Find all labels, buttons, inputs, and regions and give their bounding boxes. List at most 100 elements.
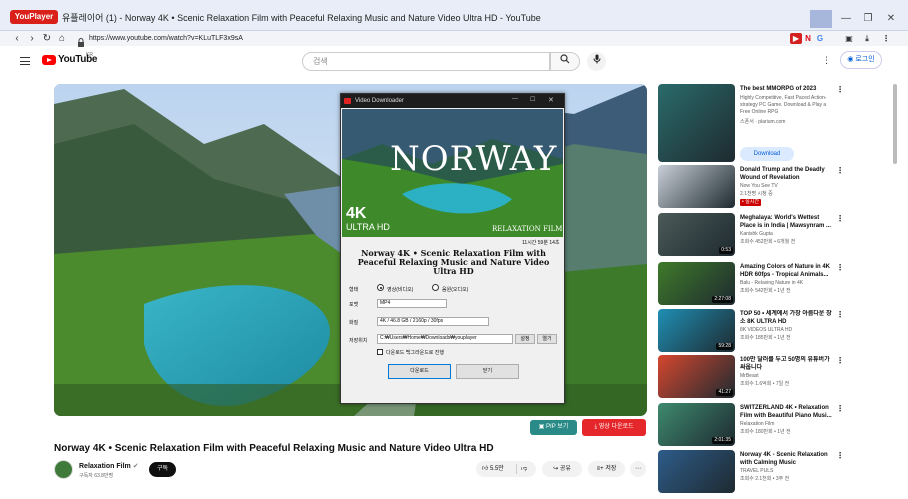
- dialog-close-icon[interactable]: ✕: [548, 96, 554, 104]
- related-video-menu-icon[interactable]: ⋮: [836, 263, 844, 272]
- related-video-channel: MrBeast: [740, 373, 759, 379]
- close-dialog-button[interactable]: 닫기: [456, 364, 519, 379]
- related-video-title[interactable]: Norway 4K - Scenic Relaxation with Calmi…: [740, 451, 835, 467]
- video-download-label: 영상 다운로드: [598, 424, 634, 430]
- download-icon[interactable]: ⤓: [861, 33, 873, 44]
- forward-icon[interactable]: ›: [25, 32, 39, 45]
- related-video-thumbnail[interactable]: [658, 84, 735, 162]
- menu-icon[interactable]: [20, 57, 30, 65]
- related-video-channel: TRAVEL PULS: [740, 468, 774, 474]
- related-video-thumbnail[interactable]: 41:27: [658, 355, 735, 398]
- related-video-menu-icon[interactable]: ⋮: [836, 166, 844, 175]
- related-video-title[interactable]: 100만 달러를 두고 50명의 유튜버가 싸웁니다: [740, 356, 835, 372]
- thumbnail-4k-text: 4K: [346, 205, 367, 222]
- settings-button[interactable]: 설정: [515, 334, 535, 344]
- blank-window-button[interactable]: [810, 10, 832, 28]
- related-video-stats: 조회수 185만회 • 1년 전: [740, 335, 791, 341]
- thumbs-down-icon[interactable]: 👎︎: [521, 461, 527, 477]
- netflix-icon[interactable]: N: [802, 33, 814, 44]
- sidebar-scrollbar[interactable]: [893, 84, 897, 164]
- video-downloader-dialog: Video Downloader — ☐ ✕ NORWAY 4K ULTRA H…: [340, 93, 565, 404]
- type-video-radio[interactable]: [377, 284, 384, 291]
- format-select[interactable]: MP4: [377, 299, 447, 308]
- ad-download-button[interactable]: Download: [740, 147, 794, 161]
- related-video-channel: Relaxation Film: [740, 421, 775, 427]
- pip-button[interactable]: ▣ PIP 보기: [530, 420, 577, 435]
- related-video-thumbnail[interactable]: 0:53: [658, 213, 735, 256]
- reload-icon[interactable]: ↻: [40, 32, 54, 45]
- minimize-button[interactable]: —: [835, 10, 857, 28]
- related-video-menu-icon[interactable]: ⋮: [836, 85, 844, 94]
- related-video-title[interactable]: SWITZERLAND 4K • Relaxation Film with Be…: [740, 404, 835, 420]
- related-video-title[interactable]: Meghalaya: World's Wettest Place is in I…: [740, 214, 835, 230]
- background-download-label: 다운로드 백그라운드로 진행: [386, 350, 444, 356]
- save-path-value: C:₩Users₩Home₩Downloads₩youplayer: [380, 335, 477, 341]
- download-button[interactable]: 다운로드: [388, 364, 451, 379]
- related-video-title[interactable]: Amazing Colors of Nature in 4K HDR 60fps…: [740, 263, 835, 279]
- home-icon[interactable]: ⌂: [55, 32, 69, 45]
- settings-dots-icon[interactable]: ⋮: [822, 55, 831, 66]
- search-input[interactable]: 검색: [302, 52, 550, 71]
- subscriber-count: 구독자 63.8만명: [79, 473, 114, 479]
- channel-avatar[interactable]: [54, 460, 73, 479]
- related-video-menu-icon[interactable]: ⋮: [836, 356, 844, 365]
- dialog-minimize-icon[interactable]: —: [512, 96, 518, 102]
- search-button[interactable]: [550, 52, 580, 71]
- close-window-button[interactable]: ✕: [880, 10, 902, 28]
- duration-text: 11시간 59분 14초: [522, 240, 560, 246]
- back-icon[interactable]: ‹: [10, 32, 24, 45]
- youtube-header: YouTube KR 검색 ⋮ ◉ 로그인: [0, 47, 908, 75]
- extensions-icon[interactable]: ▣: [843, 33, 855, 44]
- youtube-logo-icon[interactable]: [42, 55, 56, 65]
- duration-badge: 41:27: [716, 389, 733, 396]
- related-video-thumbnail[interactable]: 2:27:08: [658, 262, 735, 305]
- verified-icon: ✔: [132, 463, 139, 470]
- youplayer-app-icon: [344, 98, 351, 104]
- related-video-title[interactable]: Donald Trump and the Deadly Wound of Rev…: [740, 166, 835, 182]
- more-actions-button[interactable]: ⋯: [630, 461, 646, 477]
- related-video-menu-icon[interactable]: ⋮: [836, 214, 844, 223]
- related-video-channel: 8K VIDEOS ULTRA HD: [740, 327, 793, 333]
- voice-search-button[interactable]: [587, 52, 606, 71]
- restore-button[interactable]: ❐: [857, 10, 879, 28]
- quality-value: 4K / 46.8 GB / 2160p / 30fps: [380, 318, 444, 324]
- related-video-thumbnail[interactable]: [658, 165, 735, 208]
- subscribe-button[interactable]: 구독: [149, 462, 176, 477]
- extension-youplayer-icon[interactable]: ▶: [790, 33, 802, 44]
- related-video-title[interactable]: The best MMORPG of 2023: [740, 85, 835, 93]
- save-path-field[interactable]: C:₩Users₩Home₩Downloads₩youplayer: [377, 334, 513, 344]
- related-video-menu-icon[interactable]: ⋮: [836, 404, 844, 413]
- share-label: 공유: [559, 466, 571, 472]
- like-count: 5.5만: [489, 466, 504, 472]
- related-video-stats: 조회수 452만회 • 6개월 전: [740, 239, 796, 245]
- video-download-button[interactable]: ⤓ 영상 다운로드: [582, 419, 646, 436]
- url-field[interactable]: https://www.youtube.com/watch?v=KLuTLF3x…: [89, 32, 243, 45]
- google-icon[interactable]: G: [814, 33, 826, 44]
- related-video-menu-icon[interactable]: ⋮: [836, 310, 844, 319]
- channel-name[interactable]: Relaxation Film ✔: [79, 462, 139, 470]
- related-video-menu-icon[interactable]: ⋮: [836, 451, 844, 460]
- type-video-label: 영상(비디오): [387, 287, 414, 293]
- related-video-channel: Balu - Relaxing Nature in 4K: [740, 280, 804, 286]
- type-audio-radio[interactable]: [432, 284, 439, 291]
- dialog-maximize-icon[interactable]: ☐: [530, 96, 535, 103]
- save-button[interactable]: ≡+ 저장: [588, 461, 625, 477]
- ad-sponsor: 스폰서 · plarium.com: [740, 119, 786, 125]
- open-folder-button[interactable]: 열기: [537, 334, 557, 344]
- format-value: MP4: [380, 300, 391, 306]
- like-button[interactable]: 👍︎ 5.5만 👎︎: [476, 461, 536, 477]
- related-video-title[interactable]: TOP 50 • 세계에서 가장 아름다운 장소 8K ULTRA HD: [740, 310, 835, 326]
- related-video-thumbnail[interactable]: [658, 450, 735, 493]
- address-bar: ‹ › ↻ ⌂ https://www.youtube.com/watch?v=…: [0, 31, 908, 47]
- background-download-checkbox[interactable]: [377, 349, 383, 355]
- related-video-channel: Kanishk Gupta: [740, 231, 773, 237]
- more-horizontal-icon: ⋯: [635, 466, 641, 472]
- related-video-thumbnail[interactable]: 2:01:35: [658, 403, 735, 446]
- thumbnail-brand-text: RELAXATION FILM: [492, 225, 563, 233]
- related-video-thumbnail[interactable]: 59:28: [658, 309, 735, 352]
- login-button[interactable]: ◉ 로그인: [840, 51, 882, 69]
- save-playlist-icon: ≡+: [596, 466, 606, 472]
- share-button[interactable]: ↪ 공유: [542, 461, 582, 477]
- quality-select[interactable]: 4K / 46.8 GB / 2160p / 30fps: [377, 317, 489, 326]
- menu-dots-icon[interactable]: ⋮: [880, 33, 892, 44]
